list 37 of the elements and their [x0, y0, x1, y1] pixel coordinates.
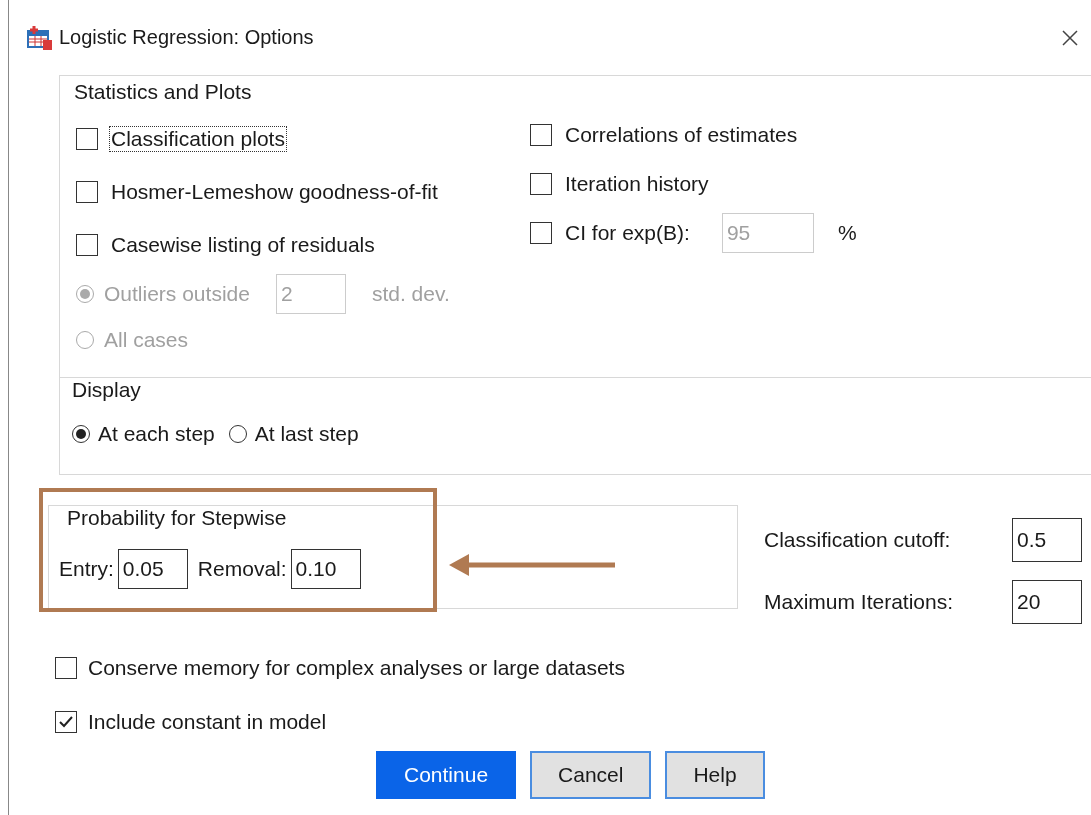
- field-label: Entry:: [59, 557, 114, 581]
- radio-label[interactable]: At each step: [98, 422, 215, 446]
- checkbox-label[interactable]: Include constant in model: [88, 710, 327, 734]
- input-field[interactable]: 0.05: [117, 549, 188, 589]
- unit-label: std. dev.: [371, 282, 450, 306]
- group-title: Statistics and Plots: [74, 80, 252, 104]
- checkbox[interactable]: [55, 657, 77, 679]
- input-field[interactable]: 0.5: [1012, 518, 1082, 562]
- checkbox[interactable]: [530, 221, 552, 244]
- checkbox-label[interactable]: Iteration history: [563, 170, 711, 197]
- input-field[interactable]: 0.10: [290, 549, 361, 589]
- dialog-button[interactable]: Cancel: [530, 751, 652, 799]
- checkbox[interactable]: [530, 123, 552, 146]
- checkbox[interactable]: [530, 172, 552, 195]
- window-title: Logistic Regression: Options: [59, 26, 315, 49]
- field-label: Maximum Iterations:: [764, 590, 954, 614]
- checkbox-label[interactable]: CI for exp(B):: [563, 219, 692, 246]
- checkbox-label[interactable]: Hosmer-Lemeshow goodness-of-fit: [109, 178, 440, 205]
- group-title: Display: [72, 378, 141, 402]
- input-field[interactable]: 20: [1012, 580, 1082, 624]
- field-label: Removal:: [197, 557, 287, 581]
- checkbox[interactable]: [76, 233, 98, 256]
- radio-label[interactable]: At last step: [254, 422, 359, 446]
- checkbox[interactable]: [55, 711, 77, 733]
- group-title: Probability for Stepwise: [67, 506, 287, 530]
- close-icon[interactable]: [1061, 28, 1079, 47]
- checkbox-label[interactable]: Conserve memory for complex analyses or large datasets: [88, 656, 625, 680]
- checkbox[interactable]: [76, 180, 98, 203]
- table-icon: [25, 23, 53, 52]
- dialog-button[interactable]: Continue: [376, 751, 517, 799]
- field-label: Classification cutoff:: [764, 528, 951, 552]
- unit-label: %: [837, 220, 857, 245]
- checkbox-label[interactable]: Casewise listing of residuals: [109, 231, 377, 258]
- checkbox[interactable]: [76, 127, 98, 150]
- checkbox-label[interactable]: Correlations of estimates: [563, 121, 800, 148]
- checkbox-label[interactable]: Classification plots: [109, 125, 287, 152]
- dialog-button[interactable]: Help: [665, 751, 765, 799]
